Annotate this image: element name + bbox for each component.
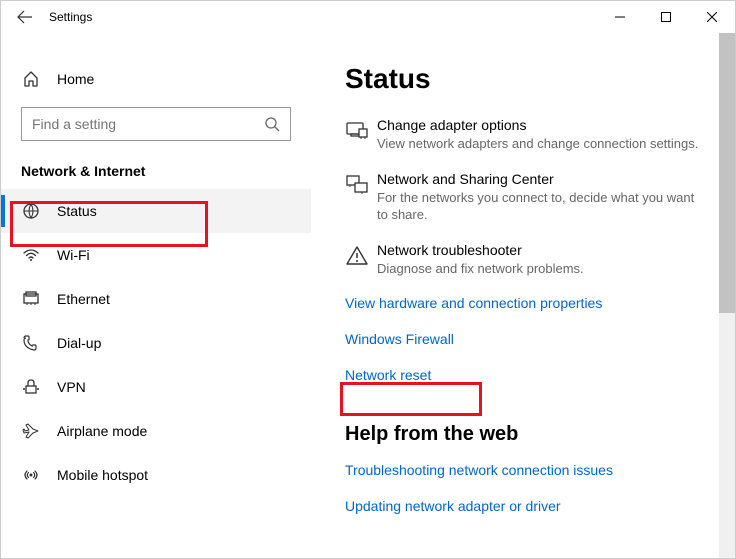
hotspot-icon xyxy=(21,466,41,484)
section-header: Network & Internet xyxy=(1,141,311,189)
link-firewall[interactable]: Windows Firewall xyxy=(345,331,454,347)
troubleshooter-icon xyxy=(345,242,377,278)
search-icon xyxy=(264,116,280,132)
nav-home[interactable]: Home xyxy=(1,61,311,97)
airplane-icon xyxy=(21,422,41,440)
ethernet-icon xyxy=(21,290,41,308)
sharing-icon xyxy=(345,171,377,224)
minimize-button[interactable] xyxy=(597,1,643,33)
home-icon xyxy=(21,70,41,88)
option-title: Network and Sharing Center xyxy=(377,171,701,187)
adapter-icon xyxy=(345,117,377,153)
option-sharing[interactable]: Network and Sharing Center For the netwo… xyxy=(345,171,701,224)
nav-list: Status Wi-Fi Ethernet xyxy=(1,189,311,497)
search-input[interactable] xyxy=(32,116,264,132)
window-title: Settings xyxy=(49,10,92,24)
option-title: Change adapter options xyxy=(377,117,701,133)
link-hardware[interactable]: View hardware and connection properties xyxy=(345,295,602,311)
nav-item-hotspot[interactable]: Mobile hotspot xyxy=(1,453,311,497)
minimize-icon xyxy=(615,12,625,22)
status-icon xyxy=(21,202,41,220)
nav-item-label: Wi-Fi xyxy=(57,247,90,263)
sidebar: Home Network & Internet Status xyxy=(1,33,311,558)
dialup-icon xyxy=(21,334,41,352)
scrollbar-thumb[interactable] xyxy=(719,33,735,313)
nav-item-label: Ethernet xyxy=(57,291,110,307)
scrollbar[interactable] xyxy=(719,33,735,558)
option-desc: Diagnose and fix network problems. xyxy=(377,260,701,278)
search-box[interactable] xyxy=(21,107,291,141)
nav-item-wifi[interactable]: Wi-Fi xyxy=(1,233,311,277)
nav-home-label: Home xyxy=(57,71,94,87)
nav-item-status[interactable]: Status xyxy=(1,189,311,233)
close-icon xyxy=(707,12,717,22)
close-button[interactable] xyxy=(689,1,735,33)
main-panel: Status Change adapter options View netwo… xyxy=(311,33,735,558)
nav-item-airplane[interactable]: Airplane mode xyxy=(1,409,311,453)
option-desc: For the networks you connect to, decide … xyxy=(377,189,701,224)
maximize-icon xyxy=(661,12,671,22)
nav-item-label: Mobile hotspot xyxy=(57,467,148,483)
nav-item-vpn[interactable]: VPN xyxy=(1,365,311,409)
link-network-reset[interactable]: Network reset xyxy=(345,367,431,383)
vpn-icon xyxy=(21,378,41,396)
option-adapter[interactable]: Change adapter options View network adap… xyxy=(345,117,701,153)
nav-item-label: Airplane mode xyxy=(57,423,147,439)
back-button[interactable] xyxy=(9,1,41,33)
page-heading: Status xyxy=(345,63,701,95)
wifi-icon xyxy=(21,246,41,264)
help-link-troubleshoot[interactable]: Troubleshooting network connection issue… xyxy=(345,462,613,478)
titlebar: Settings xyxy=(1,1,735,33)
nav-item-label: Dial-up xyxy=(57,335,101,351)
option-desc: View network adapters and change connect… xyxy=(377,135,701,153)
option-troubleshooter[interactable]: Network troubleshooter Diagnose and fix … xyxy=(345,242,701,278)
arrow-left-icon xyxy=(17,9,33,25)
nav-item-label: VPN xyxy=(57,379,86,395)
help-heading: Help from the web xyxy=(345,423,701,446)
nav-item-ethernet[interactable]: Ethernet xyxy=(1,277,311,321)
nav-item-label: Status xyxy=(57,203,97,219)
option-title: Network troubleshooter xyxy=(377,242,701,258)
nav-item-dialup[interactable]: Dial-up xyxy=(1,321,311,365)
help-link-update-driver[interactable]: Updating network adapter or driver xyxy=(345,498,561,514)
maximize-button[interactable] xyxy=(643,1,689,33)
